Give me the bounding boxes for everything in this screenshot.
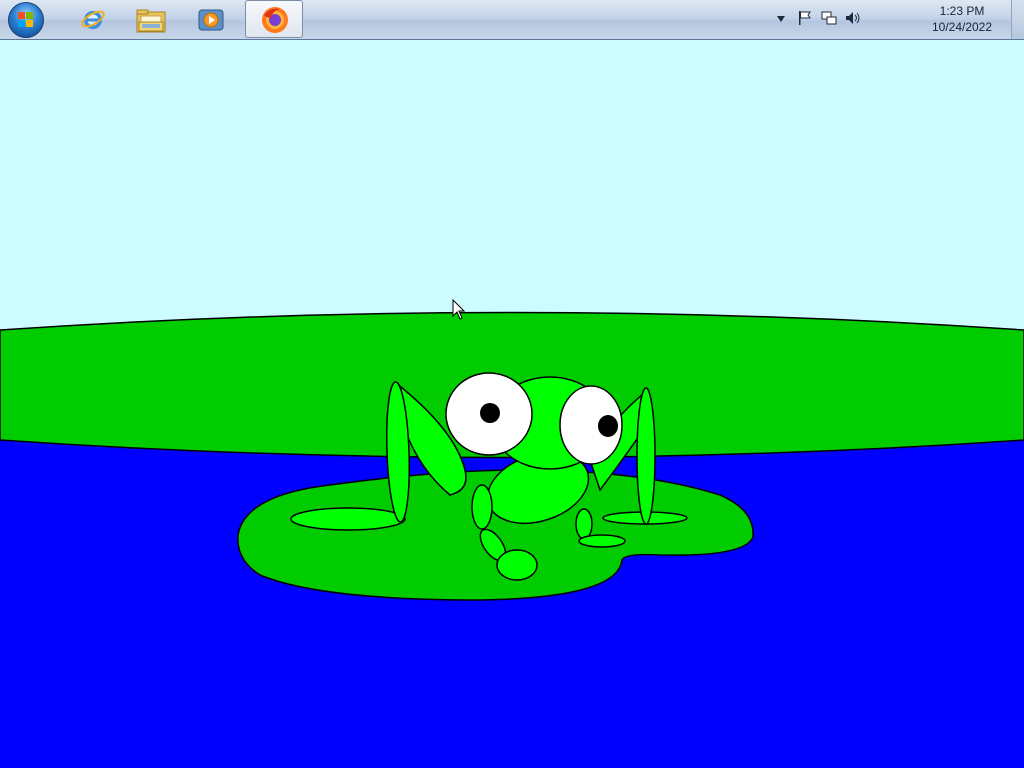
network-icon[interactable]: [820, 10, 838, 28]
chevron-up-icon[interactable]: [772, 10, 790, 28]
firefox-icon: [262, 7, 288, 33]
taskbar-internet-explorer[interactable]: [62, 0, 120, 38]
front-foot-right: [578, 534, 626, 548]
action-center-flag-icon[interactable]: [796, 10, 814, 28]
back-leg-right-lower: [636, 387, 656, 525]
internet-explorer-icon: [81, 10, 105, 29]
taskbar-firefox[interactable]: [245, 0, 303, 38]
front-leg-left-upper: [471, 484, 493, 530]
clock-date: 10/24/2022: [931, 20, 993, 34]
start-button[interactable]: [8, 2, 44, 38]
frog-pond-scene: [0, 40, 1024, 768]
file-explorer-icon: [136, 9, 166, 33]
taskbar-file-explorer[interactable]: [122, 0, 180, 38]
media-player-icon: [198, 9, 224, 31]
taskbar-media-player[interactable]: [182, 0, 240, 38]
system-tray: 1:23 PM 10/24/2022: [777, 0, 1024, 39]
clock[interactable]: 1:23 PM 10/24/2022: [930, 3, 994, 35]
pupil-right: [598, 415, 618, 437]
show-desktop-button[interactable]: [1011, 0, 1024, 39]
pupil-left: [480, 403, 500, 423]
clock-time: 1:23 PM: [939, 4, 985, 18]
volume-icon[interactable]: [844, 10, 862, 28]
mouse-cursor-icon: [452, 299, 466, 320]
windows-logo-icon: [18, 12, 34, 28]
back-foot-left: [290, 507, 406, 531]
taskbar: 1:23 PM 10/24/2022: [0, 0, 1024, 40]
front-foot-left: [496, 549, 538, 581]
front-leg-right: [575, 508, 593, 540]
